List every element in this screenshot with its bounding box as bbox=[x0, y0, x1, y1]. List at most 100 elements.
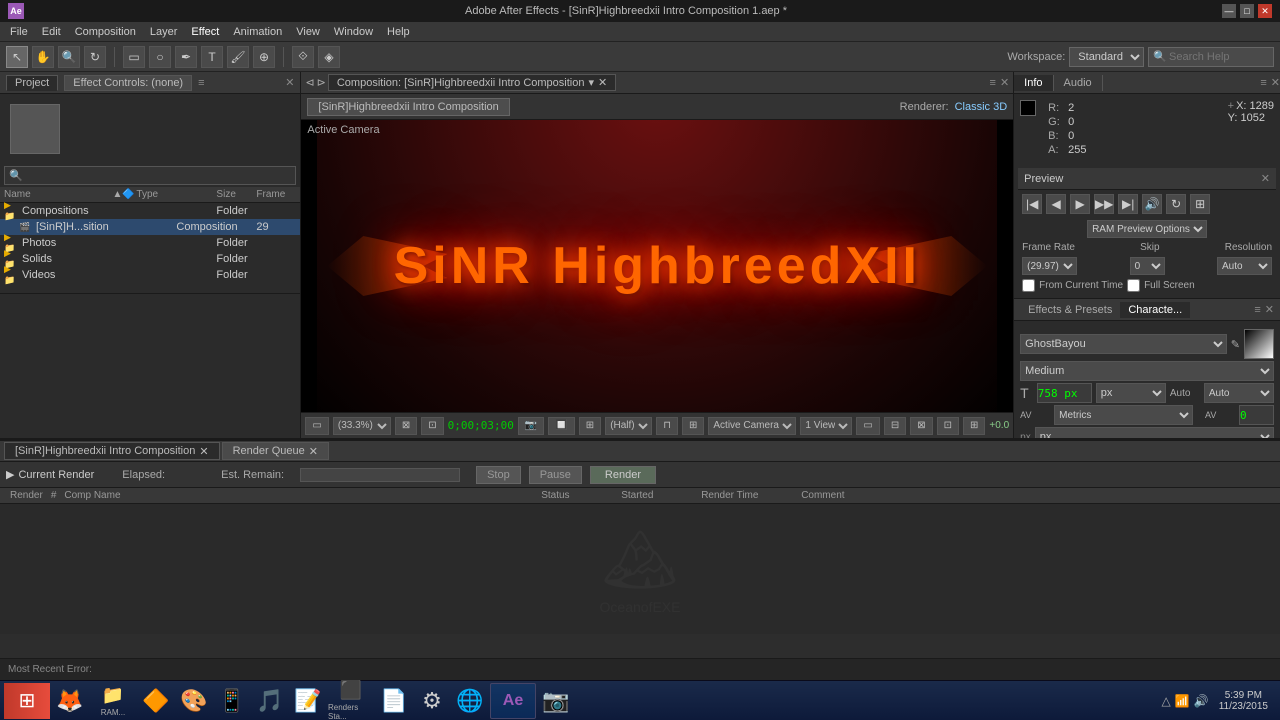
skip-select[interactable]: 0 bbox=[1130, 257, 1165, 275]
taskbar-firefox[interactable]: 🦊 bbox=[52, 683, 88, 719]
prev-play-btn[interactable]: ▶ bbox=[1070, 194, 1090, 214]
vc-transparency-btn[interactable]: ⊞ bbox=[579, 417, 601, 435]
framerate-select[interactable]: (29.97) bbox=[1022, 257, 1077, 275]
vc-grid-btn[interactable]: ⊞ bbox=[682, 417, 704, 435]
panel-menu-icon[interactable]: ≡ bbox=[198, 77, 204, 89]
taskbar-word2[interactable]: 📄 bbox=[376, 683, 412, 719]
font-size-input[interactable] bbox=[1037, 383, 1092, 403]
tool-text[interactable]: T bbox=[201, 46, 223, 68]
font-select[interactable]: GhostBayou bbox=[1020, 334, 1227, 354]
size-unit-select[interactable]: px bbox=[1096, 383, 1166, 403]
tool-clone[interactable]: ⊕ bbox=[253, 46, 275, 68]
prev-forward-btn[interactable]: ▶▶ bbox=[1094, 194, 1114, 214]
vc-toggle-btn[interactable]: ⊓ bbox=[656, 417, 678, 435]
vc-camera-select[interactable]: Active Camera bbox=[708, 417, 796, 435]
taskbar-ae[interactable]: Ae bbox=[490, 683, 536, 719]
panel-close-btn[interactable]: ✕ bbox=[1000, 76, 1009, 89]
vc-snapshot-btn[interactable]: 🔲 bbox=[548, 417, 574, 435]
prev-last-btn[interactable]: ▶| bbox=[1118, 194, 1138, 214]
comp-tab-close[interactable]: ✕ bbox=[598, 76, 607, 89]
comp-tab-composition[interactable]: Composition: [SinR]Highbreedxii Intro Co… bbox=[328, 74, 616, 91]
close-button[interactable]: ✕ bbox=[1258, 4, 1272, 18]
vc-resolution-select[interactable]: (Half) bbox=[605, 417, 652, 435]
auto-size-select[interactable]: Auto bbox=[1204, 383, 1274, 403]
taskbar-globe[interactable]: 🌐 bbox=[452, 683, 488, 719]
vc-views-select[interactable]: 1 View bbox=[800, 417, 852, 435]
taskbar-misc[interactable]: ⚙ bbox=[414, 683, 450, 719]
preview-close-icon[interactable]: ✕ bbox=[1261, 172, 1270, 185]
menu-composition[interactable]: Composition bbox=[69, 25, 142, 39]
full-screen-checkbox[interactable] bbox=[1127, 279, 1140, 292]
list-item[interactable]: ▶📁 Solids Folder bbox=[0, 251, 300, 267]
menu-view[interactable]: View bbox=[290, 25, 326, 39]
effects-menu-icon[interactable]: ≡ bbox=[1254, 304, 1260, 316]
menu-help[interactable]: Help bbox=[381, 25, 416, 39]
tab-render-queue[interactable]: Render Queue ✕ bbox=[222, 442, 329, 460]
panel-close-icon[interactable]: ✕ bbox=[285, 76, 294, 89]
tab-effect-controls[interactable]: Effect Controls: (none) bbox=[64, 75, 192, 91]
vc-pixel-btn[interactable]: ⊡ bbox=[421, 417, 443, 435]
taskbar-clock[interactable]: 5:39 PM 11/23/2015 bbox=[1211, 690, 1276, 712]
style-select[interactable]: Medium bbox=[1020, 361, 1274, 381]
vc-view5-btn[interactable]: ⊞ bbox=[963, 417, 985, 435]
tool-zoom[interactable]: 🔍 bbox=[58, 46, 80, 68]
taskbar-cmd[interactable]: ⬛ Renders Sta... bbox=[328, 683, 374, 719]
taskbar-photo[interactable]: 📷 bbox=[538, 683, 574, 719]
info-close-icon[interactable]: ✕ bbox=[1271, 76, 1280, 89]
metrics-select[interactable]: Metrics bbox=[1054, 405, 1193, 425]
tab-project[interactable]: Project bbox=[6, 75, 58, 91]
effects-close-icon[interactable]: ✕ bbox=[1265, 303, 1274, 316]
list-item[interactable]: ▶📁 Videos Folder bbox=[0, 267, 300, 283]
list-item[interactable]: ▶📁 Compositions Folder bbox=[0, 203, 300, 219]
menu-file[interactable]: File bbox=[4, 25, 34, 39]
tab-composition-timeline[interactable]: [SinR]Highbreedxii Intro Composition ✕ bbox=[4, 442, 220, 460]
taskbar-word[interactable]: 📝 bbox=[290, 683, 326, 719]
tool-select[interactable]: ↖ bbox=[6, 46, 28, 68]
minimize-button[interactable]: — bbox=[1222, 4, 1236, 18]
vc-region-btn[interactable]: ▭ bbox=[305, 417, 328, 435]
comp-next-icon[interactable]: ⊳ bbox=[317, 76, 326, 89]
menu-window[interactable]: Window bbox=[328, 25, 379, 39]
tab-comp-close[interactable]: ✕ bbox=[199, 445, 208, 458]
tab-audio[interactable]: Audio bbox=[1054, 75, 1103, 91]
tool-ellipse[interactable]: ○ bbox=[149, 46, 171, 68]
tool-brush[interactable]: 🖌 bbox=[227, 46, 249, 68]
kerning-input[interactable] bbox=[1239, 405, 1274, 425]
menu-effect[interactable]: Effect bbox=[185, 25, 225, 39]
panel-menu-icon[interactable]: ≡ bbox=[990, 77, 996, 89]
tool-3d[interactable]: ◈ bbox=[318, 46, 340, 68]
search-help-input[interactable] bbox=[1169, 51, 1269, 63]
maximize-button[interactable]: □ bbox=[1240, 4, 1254, 18]
comp-nav-icon[interactable]: ⊲ bbox=[305, 76, 314, 89]
workspace-select[interactable]: Standard bbox=[1069, 47, 1144, 67]
prev-loop-btn[interactable]: ↻ bbox=[1166, 194, 1186, 214]
px-select[interactable]: px bbox=[1035, 427, 1274, 438]
taskbar-whatsapp[interactable]: 📱 bbox=[214, 683, 250, 719]
tab-effects-presets[interactable]: Effects & Presets bbox=[1020, 302, 1120, 318]
vc-view1-btn[interactable]: ▭ bbox=[856, 417, 879, 435]
pause-button[interactable]: Pause bbox=[529, 466, 582, 484]
prev-audio-btn[interactable]: 🔊 bbox=[1142, 194, 1162, 214]
taskbar-vlc[interactable]: 🔶 bbox=[138, 683, 174, 719]
prev-back-btn[interactable]: ◀ bbox=[1046, 194, 1066, 214]
taskbar-paint[interactable]: 🎨 bbox=[176, 683, 212, 719]
stop-button[interactable]: Stop bbox=[476, 466, 521, 484]
vc-zoom-select[interactable]: (33.3%) bbox=[333, 417, 391, 435]
info-menu-icon[interactable]: ≡ bbox=[1260, 77, 1266, 89]
tool-hand[interactable]: ✋ bbox=[32, 46, 54, 68]
tool-rect[interactable]: ▭ bbox=[123, 46, 145, 68]
list-item[interactable]: ▶📁 Photos Folder bbox=[0, 235, 300, 251]
resolution-preview-select[interactable]: Auto bbox=[1217, 257, 1272, 275]
project-search-input[interactable] bbox=[23, 170, 292, 182]
ram-preview-select[interactable]: RAM Preview Options bbox=[1087, 220, 1207, 238]
render-button[interactable]: Render bbox=[590, 466, 656, 484]
prev-first-btn[interactable]: |◀ bbox=[1022, 194, 1042, 214]
tool-rotate[interactable]: ↻ bbox=[84, 46, 106, 68]
tab-info[interactable]: Info bbox=[1014, 75, 1053, 91]
start-button[interactable]: ⊞ bbox=[4, 683, 50, 719]
from-current-checkbox[interactable] bbox=[1022, 279, 1035, 292]
tool-puppet[interactable]: ⟐ bbox=[292, 46, 314, 68]
prev-snap-btn[interactable]: ⊞ bbox=[1190, 194, 1210, 214]
vc-view2-btn[interactable]: ⊟ bbox=[884, 417, 906, 435]
current-render-toggle[interactable]: ▶ Current Render bbox=[6, 468, 94, 481]
